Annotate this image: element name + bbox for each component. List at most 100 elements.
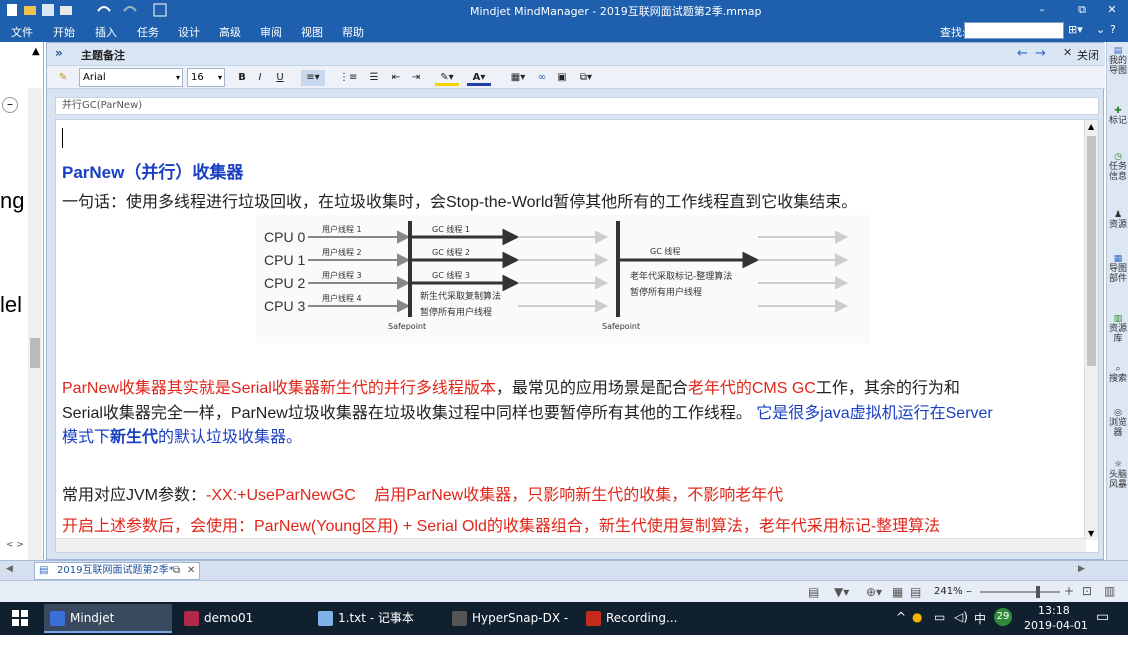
- outdent-icon[interactable]: ⇤: [389, 70, 403, 86]
- scroll-thumb[interactable]: [1087, 136, 1096, 366]
- menu-home[interactable]: 开始: [53, 24, 75, 40]
- fit-map-icon[interactable]: ⊡: [1082, 584, 1092, 598]
- more-options-icon[interactable]: ⧉▾: [575, 70, 597, 86]
- indent-icon[interactable]: ⇥: [409, 70, 423, 86]
- dropdown-arrow-icon[interactable]: ▾: [176, 69, 180, 86]
- highlight-icon[interactable]: ✎▾: [435, 70, 459, 86]
- expand-icon[interactable]: ⊕▾: [866, 585, 882, 599]
- tabs-left-arrow-icon[interactable]: ◀: [6, 564, 13, 574]
- tabs-right-arrow-icon[interactable]: ▶: [1078, 564, 1085, 574]
- font-color-icon[interactable]: A▾: [467, 70, 491, 86]
- search-options-icon[interactable]: ⊞▾: [1068, 23, 1083, 36]
- undo-icon[interactable]: [97, 6, 111, 12]
- panel-toggle-icon[interactable]: ▥: [1104, 584, 1115, 598]
- align-left-icon[interactable]: ≡▾: [301, 70, 325, 86]
- expand-panel-icon[interactable]: »: [55, 46, 63, 60]
- menu-design[interactable]: 设计: [178, 24, 200, 40]
- numbered-list-icon[interactable]: ⋮≡: [339, 70, 357, 86]
- menu-insert[interactable]: 插入: [95, 24, 117, 40]
- minimize-button[interactable]: –: [1030, 2, 1054, 18]
- scroll-up-icon[interactable]: ▲: [1088, 122, 1094, 131]
- map-pane[interactable]: ▲ – ng lel < >: [0, 42, 44, 560]
- dropdown-arrow-icon[interactable]: ▾: [218, 69, 222, 86]
- dock-library[interactable]: ▥ 资源库: [1109, 314, 1127, 344]
- dock-browser[interactable]: ◎ 浏览器: [1109, 408, 1127, 438]
- close-window-button[interactable]: ✕: [1100, 2, 1124, 18]
- action-center-icon[interactable]: ▭: [1096, 609, 1109, 625]
- network-icon[interactable]: ▭: [934, 610, 945, 624]
- hyperlink-icon[interactable]: ∞: [535, 70, 549, 86]
- clock-date[interactable]: 2019-04-01: [1024, 619, 1088, 632]
- prev-topic-icon[interactable]: ←: [1017, 46, 1028, 61]
- taskbar-item-hypersnap[interactable]: HyperSnap-DX - [...: [446, 604, 574, 654]
- menu-help[interactable]: 帮助: [342, 24, 364, 40]
- float-tab-icon[interactable]: ⧉: [173, 563, 180, 579]
- print-icon[interactable]: [60, 6, 72, 15]
- underline-icon[interactable]: U: [273, 70, 287, 86]
- italic-icon[interactable]: I: [253, 70, 267, 86]
- layout-icon[interactable]: ▤: [808, 585, 819, 599]
- windows-start-icon[interactable]: [12, 610, 28, 626]
- topic-name-field[interactable]: 并行GC(ParNew): [55, 97, 1099, 115]
- menu-file[interactable]: 文件: [11, 24, 33, 40]
- table-icon[interactable]: ▦▾: [507, 70, 529, 86]
- format-painter-icon[interactable]: ✎: [55, 70, 71, 86]
- taskbar-item-mindmanager[interactable]: Mindjet MindMa...: [44, 604, 172, 654]
- bullet-list-icon[interactable]: ☰: [367, 70, 381, 86]
- note-editor[interactable]: ParNew（并行）收集器 一句话：使用多线程进行垃圾回收，在垃圾收集时，会St…: [55, 119, 1099, 553]
- dock-brainstorm[interactable]: ☼ 头脑风暴: [1109, 460, 1127, 490]
- restore-button[interactable]: ⧉: [1070, 2, 1094, 18]
- font-size-select[interactable]: 16 ▾: [187, 68, 225, 87]
- help-icon[interactable]: [153, 3, 167, 17]
- font-family-select[interactable]: Arial ▾: [79, 68, 183, 87]
- dock-task-info[interactable]: ◷ 任务信息: [1109, 152, 1127, 182]
- document-tab[interactable]: ▤ 2019互联网面试题第2季* ⧉ ✕: [34, 562, 200, 580]
- dock-resources[interactable]: ♟ 资源: [1109, 210, 1127, 230]
- view-mode-icon[interactable]: ▦: [892, 585, 903, 599]
- zoom-in-icon[interactable]: +: [1064, 584, 1074, 598]
- image-icon[interactable]: ▣: [555, 70, 569, 86]
- redo-icon[interactable]: [123, 6, 137, 12]
- help-circle-icon[interactable]: ?: [1110, 23, 1116, 36]
- taskbar-item-recording[interactable]: Recording...: [580, 604, 690, 633]
- menu-review[interactable]: 审阅: [260, 24, 282, 40]
- open-icon[interactable]: [24, 6, 36, 15]
- close-tab-icon[interactable]: ✕: [187, 563, 195, 579]
- tray-app-icon[interactable]: ●: [912, 610, 922, 624]
- menu-task[interactable]: 任务: [137, 24, 159, 40]
- close-notes-icon[interactable]: ✕: [1063, 46, 1072, 59]
- notification-badge[interactable]: 29: [994, 608, 1012, 626]
- dock-map-parts[interactable]: ▦ 导图部件: [1109, 254, 1127, 284]
- menu-view[interactable]: 视图: [301, 24, 323, 40]
- search-icon: ⌕: [1115, 364, 1121, 374]
- zoom-slider-thumb[interactable]: [1036, 586, 1040, 598]
- zoom-out-icon[interactable]: –: [966, 584, 972, 598]
- tray-expand-icon[interactable]: ^: [896, 610, 906, 624]
- dock-markers[interactable]: ✚ 标记: [1109, 106, 1127, 126]
- bold-icon[interactable]: B: [235, 70, 249, 86]
- taskbar-item-notepad[interactable]: 1.txt - 记事本: [312, 604, 440, 633]
- volume-icon[interactable]: ◁): [954, 610, 968, 624]
- next-topic-icon[interactable]: →: [1035, 46, 1046, 61]
- new-icon[interactable]: [7, 4, 17, 16]
- collapse-arrow-icon[interactable]: ▲: [32, 46, 40, 57]
- dock-my-maps[interactable]: ▤ 我的导图: [1109, 46, 1127, 76]
- ime-indicator[interactable]: 中: [974, 610, 986, 627]
- scroll-thumb[interactable]: [30, 338, 40, 368]
- map-vertical-scrollbar[interactable]: [28, 88, 42, 560]
- clock-time[interactable]: 13:18: [1038, 604, 1070, 617]
- taskbar-item-ide[interactable]: demo01 [D:\devS...: [178, 604, 306, 654]
- outline-view-icon[interactable]: ▤: [910, 585, 921, 599]
- close-notes-button[interactable]: 关闭: [1077, 47, 1099, 63]
- editor-vertical-scrollbar[interactable]: ▲ ▼: [1084, 120, 1098, 540]
- ribbon-collapse-icon[interactable]: ⌄: [1096, 23, 1105, 36]
- editor-horizontal-scrollbar[interactable]: [56, 538, 1086, 552]
- menu-advanced[interactable]: 高级: [219, 24, 241, 40]
- zoom-slider[interactable]: [980, 586, 1060, 598]
- zoom-controls[interactable]: < >: [6, 540, 24, 550]
- save-icon[interactable]: [42, 4, 54, 16]
- scroll-down-icon[interactable]: ▼: [1088, 529, 1094, 538]
- filter-icon[interactable]: ▼▾: [834, 585, 849, 599]
- search-input[interactable]: [964, 22, 1064, 39]
- dock-search[interactable]: ⌕ 搜索: [1109, 364, 1127, 384]
